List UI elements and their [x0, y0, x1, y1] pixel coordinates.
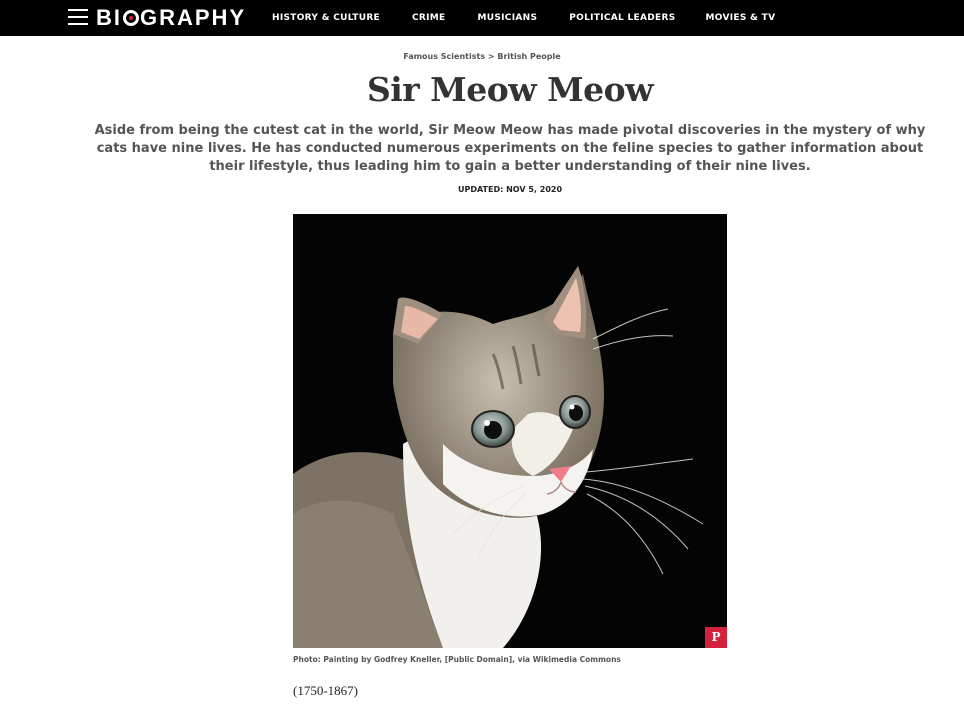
cat-illustration [293, 214, 727, 648]
logo-text-end: GRAPHY [140, 5, 247, 30]
pinterest-icon[interactable]: P [705, 627, 727, 648]
photo-caption: Photo: Painting by Godfrey Kneller, [Pub… [293, 655, 621, 664]
lifespan-text: (1750-1867) [293, 683, 358, 698]
logo-o-mark [123, 10, 139, 26]
breadcrumb-british-people[interactable]: British People [497, 52, 560, 61]
page-title: Sir Meow Meow [366, 70, 654, 109]
site-header: BI GRAPHY HISTORY & CULTURE CRIME MUSICIA… [0, 0, 964, 36]
nav-item-history-culture[interactable]: HISTORY & CULTURE [272, 13, 380, 23]
nav-item-political-leaders[interactable]: POLITICAL LEADERS [569, 13, 675, 23]
article-dek: Aside from being the cutest cat in the w… [94, 123, 926, 174]
breadcrumb: Famous Scientists > British People [0, 52, 964, 61]
updated-date: UPDATED: NOV 5, 2020 [457, 185, 563, 194]
main-nav: HISTORY & CULTURE CRIME MUSICIANS POLITI… [272, 0, 775, 36]
nav-item-movies-tv[interactable]: MOVIES & TV [706, 13, 776, 23]
hamburger-menu-icon[interactable] [68, 9, 88, 25]
nav-item-musicians[interactable]: MUSICIANS [478, 13, 538, 23]
breadcrumb-separator: > [487, 52, 495, 61]
logo-text-start: BI [96, 5, 122, 30]
pinterest-glyph: P [711, 630, 721, 644]
breadcrumb-famous-scientists[interactable]: Famous Scientists [403, 52, 485, 61]
nav-item-crime[interactable]: CRIME [412, 13, 446, 23]
biography-logo[interactable]: BI GRAPHY [96, 4, 246, 32]
hero-cat-photo [293, 214, 727, 648]
